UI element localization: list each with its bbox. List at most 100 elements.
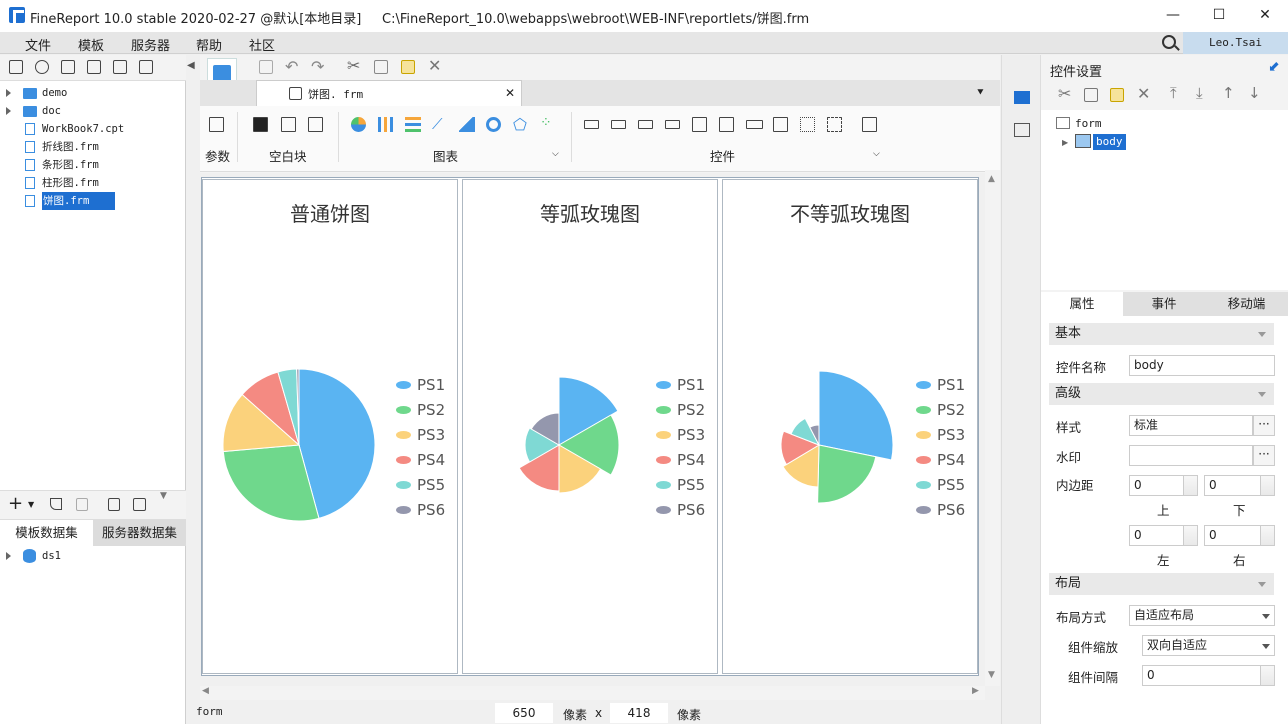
redo-icon[interactable]: ↷ [311,57,324,76]
tab-template-datasets[interactable]: 模板数据集 [0,520,93,546]
move-up-icon[interactable]: ↑ [1222,84,1235,102]
delete-icon[interactable] [113,60,127,74]
legend-item[interactable]: PS6 [656,499,705,524]
widget-name-input[interactable]: body [1129,355,1275,376]
search-icon[interactable] [1162,35,1176,49]
delete-icon[interactable]: ✕ [428,56,441,75]
pin-icon[interactable]: ⬋ [1268,59,1280,75]
menu-community[interactable]: 社区 [249,35,275,54]
cut-icon[interactable]: ✂ [347,56,360,75]
expand-arrow-icon[interactable] [6,552,11,560]
tree-item-file[interactable]: 条形图.frm [0,156,186,174]
legend-item[interactable]: PS6 [396,499,445,524]
parameter-icon[interactable] [209,117,224,132]
delete-icon[interactable]: ✕ [1137,84,1150,103]
watermark-more-button[interactable]: ··· [1253,445,1275,466]
tree-item-file[interactable]: WorkBook7.cpt [0,120,186,138]
user-account[interactable]: Leo.Tsai [1183,32,1288,54]
legend-item[interactable]: PS2 [916,399,965,424]
minimize-button[interactable]: — [1150,0,1196,32]
legend-item[interactable]: PS1 [916,374,965,399]
legend-item[interactable]: PS3 [396,424,445,449]
legend-item[interactable]: PS5 [916,474,965,499]
delete-dataset-icon[interactable] [76,498,88,511]
tree-node-body[interactable]: body [1093,134,1126,150]
chart-panel[interactable]: 普通饼图 PS1 PS2 PS3 PS4 PS5 PS6 [202,179,458,674]
legend-item[interactable]: PS3 [656,424,705,449]
legend-item[interactable]: PS2 [656,399,705,424]
padding-top-input[interactable]: 0 [1129,475,1198,496]
dataset-settings-icon[interactable] [133,498,146,511]
tab-layout-icon[interactable] [281,117,296,132]
radar-chart-icon[interactable]: ⬠ [513,115,527,134]
move-top-icon[interactable]: ⤒ [1170,84,1177,102]
padding-right-input[interactable]: 0 [1204,525,1275,546]
layout-mode-select[interactable]: 自适应布局 [1129,605,1275,626]
open-template-icon[interactable] [61,60,75,74]
chevron-down-icon[interactable]: ▼ [28,500,34,509]
expand-arrow-icon[interactable] [6,89,11,97]
gap-input[interactable]: 0 [1142,665,1275,686]
new-folder-icon[interactable] [9,60,23,74]
undo-icon[interactable]: ↶ [285,57,298,76]
tree-item-demo[interactable]: demo [0,84,186,102]
width-input[interactable]: 650 [495,703,553,723]
expand-arrow-icon[interactable]: ▶ [1062,138,1068,147]
move-bottom-icon[interactable]: ⤓ [1196,84,1203,102]
menu-server[interactable]: 服务器 [131,35,170,54]
settings-icon[interactable] [87,60,101,74]
component-library-icon[interactable] [1014,123,1030,137]
close-button[interactable]: ✕ [1242,0,1288,32]
legend-item[interactable]: PS3 [916,424,965,449]
copy-icon[interactable] [139,60,153,74]
menu-template[interactable]: 模板 [78,35,104,54]
padding-left-input[interactable]: 0 [1129,525,1198,546]
legend-item[interactable]: PS4 [656,449,705,474]
widget-settings-icon[interactable] [1014,91,1030,104]
paste-icon[interactable] [401,60,415,74]
chevron-down-icon[interactable]: ⌵ [873,149,880,159]
chart-panel[interactable]: 不等弧玫瑰图 PS1 PS2 PS3 PS4 PS5 PS6 [722,179,978,674]
legend-item[interactable]: PS1 [656,374,705,399]
number-widget-icon[interactable] [746,120,763,129]
tab-properties[interactable]: 属性 [1041,292,1123,316]
move-down-icon[interactable]: ↓ [1248,84,1261,102]
menu-file[interactable]: 文件 [25,35,51,54]
style-more-button[interactable]: ··· [1253,415,1275,436]
edit-icon[interactable] [50,498,62,510]
blank-block-icon[interactable] [253,117,268,132]
gauge-chart-icon[interactable] [486,117,501,132]
horizontal-scrollbar[interactable]: ◀ ▶ [200,686,985,700]
legend-item[interactable]: PS1 [396,374,445,399]
combobox-widget-icon[interactable] [665,120,680,129]
file-tab[interactable]: 饼图. frm ✕ [256,80,522,106]
textbox-widget-icon[interactable] [584,120,599,129]
tree-item-selected[interactable]: 饼图.frm [0,192,186,210]
legend-item[interactable]: PS6 [916,499,965,524]
copy-icon[interactable] [1084,88,1098,102]
legend-item[interactable]: PS4 [396,449,445,474]
list-widget-icon[interactable] [692,117,707,132]
copy-icon[interactable] [374,60,388,74]
scale-select[interactable]: 双向自适应 [1142,635,1275,656]
radio-group-icon[interactable] [800,117,815,132]
tab-events[interactable]: 事件 [1123,292,1205,316]
query-button-icon[interactable] [862,117,877,132]
tree-item-file[interactable]: 柱形图.frm [0,174,186,192]
chart-panel[interactable]: 等弧玫瑰图 PS1 PS2 PS3 PS4 PS5 PS6 [462,179,718,674]
add-dataset-icon[interactable]: + [8,495,23,513]
absolute-layout-icon[interactable] [308,117,323,132]
tab-server-datasets[interactable]: 服务器数据集 [93,520,186,546]
section-basic[interactable]: 基本 [1049,323,1274,345]
section-layout[interactable]: 布局 [1049,573,1274,595]
paste-icon[interactable] [1110,88,1124,102]
tree-node-form[interactable]: form [1075,117,1102,130]
legend-item[interactable]: PS4 [916,449,965,474]
legend-item[interactable]: PS2 [396,399,445,424]
section-advanced[interactable]: 高级 [1049,383,1274,405]
tab-mobile[interactable]: 移动端 [1205,292,1288,316]
bar-chart-icon[interactable] [405,117,421,132]
scatter-chart-icon[interactable]: ⁘ [540,115,552,131]
legend-item[interactable]: PS5 [656,474,705,499]
dataset-item[interactable]: ds1 [0,547,186,565]
